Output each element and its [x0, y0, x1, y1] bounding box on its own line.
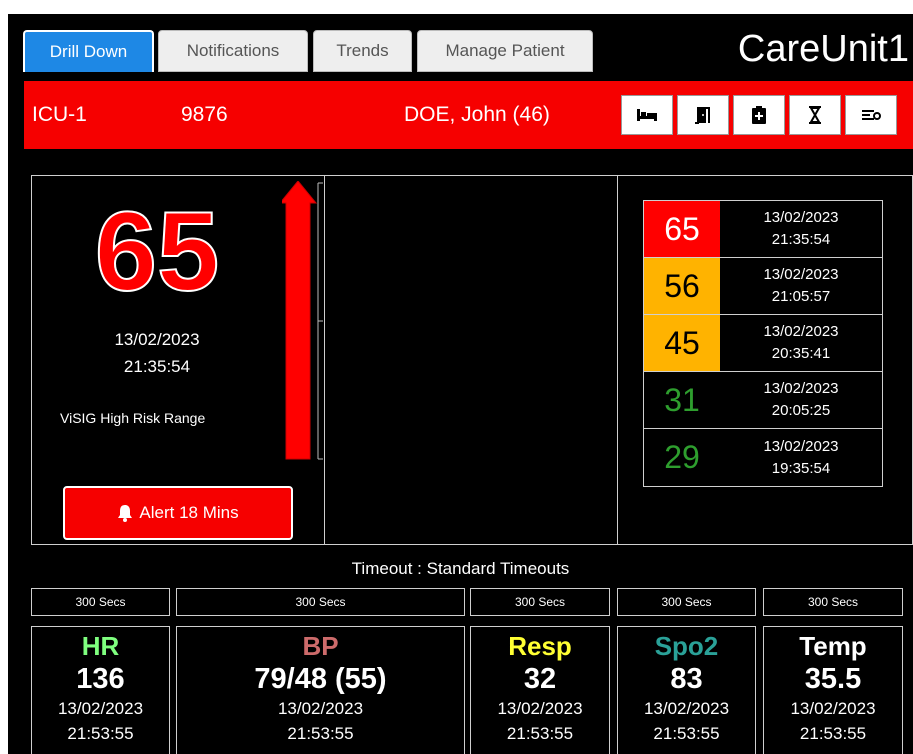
- risk-score-time: 21:35:54: [123, 357, 191, 377]
- history-date: 13/02/2023: [763, 323, 839, 341]
- history-timestamp: 13/02/2023 20:05:25: [720, 372, 882, 428]
- timeout-resp: 300 Secs: [470, 588, 610, 616]
- timeout-temp: 300 Secs: [763, 588, 903, 616]
- app-title: CareUnit1: [737, 28, 909, 70]
- vital-label: HR: [81, 631, 120, 661]
- vital-time: 21:53:55: [653, 723, 720, 743]
- bell-icon: [118, 505, 133, 522]
- care-unit-screen: Drill Down Notifications Trends Manage P…: [8, 14, 913, 754]
- arrow-body: [282, 181, 318, 460]
- risk-score-date: 13/02/2023: [114, 330, 200, 349]
- timer-button[interactable]: [789, 95, 841, 135]
- history-time: 20:05:25: [771, 402, 831, 419]
- history-timestamp: 13/02/2023 19:35:54: [720, 429, 882, 486]
- history-timestamp: 13/02/2023 21:05:57: [720, 258, 882, 314]
- history-date: 13/02/2023: [763, 437, 839, 455]
- vital-temp[interactable]: Temp 35.5 13/02/2023 21:53:55: [763, 626, 903, 754]
- vital-date: 13/02/2023: [497, 698, 583, 718]
- vital-time: 21:53:55: [287, 723, 354, 743]
- bed-icon: [637, 109, 657, 121]
- timeout-spo2: 300 Secs: [617, 588, 756, 616]
- clipboard-button[interactable]: [733, 95, 785, 135]
- tab-notifications[interactable]: Notifications: [158, 30, 308, 72]
- history-score: 56: [644, 258, 720, 314]
- timeout-title: Timeout : Standard Timeouts: [351, 559, 570, 578]
- history-time: 21:05:57: [771, 288, 831, 305]
- transfer-button[interactable]: [845, 95, 897, 135]
- vital-date: 13/02/2023: [57, 698, 144, 718]
- history-date: 13/02/2023: [763, 380, 839, 398]
- history-date: 13/02/2023: [763, 209, 839, 227]
- door-exit-icon: [695, 107, 710, 124]
- timeout-bp: 300 Secs: [176, 588, 465, 616]
- patient-bar: ICU-1 9876 DOE, John (46): [24, 81, 913, 149]
- hourglass-icon: [809, 106, 821, 124]
- discharge-button[interactable]: [677, 95, 729, 135]
- range-label: ViSIG High Risk Range: [60, 410, 206, 426]
- risk-score-value: 65: [94, 189, 221, 314]
- vital-time: 21:53:55: [799, 723, 867, 743]
- history-time: 20:35:41: [771, 345, 831, 362]
- risk-level-arrow: [282, 181, 323, 460]
- tab-drill-down[interactable]: Drill Down: [23, 30, 154, 72]
- vital-label: Spo2: [654, 631, 719, 661]
- history-row[interactable]: 65 13/02/2023 21:35:54: [644, 201, 882, 258]
- clipboard-icon: [752, 106, 766, 124]
- vital-value: 136: [76, 663, 125, 696]
- bed-button[interactable]: [621, 95, 673, 135]
- vital-date: 13/02/2023: [277, 698, 364, 718]
- vital-value: 83: [670, 663, 703, 696]
- vital-resp[interactable]: Resp 32 13/02/2023 21:53:55: [470, 626, 610, 754]
- history-score: 65: [644, 201, 720, 257]
- vital-label: BP: [302, 631, 339, 661]
- score-history-table: 65 13/02/2023 21:35:54 56 13/02/2023 21:05…: [643, 200, 883, 487]
- patient-unit: ICU-1: [32, 103, 87, 126]
- vital-date: 13/02/2023: [790, 698, 876, 718]
- alert-button[interactable]: Alert 18 Mins: [63, 486, 293, 540]
- history-row[interactable]: 56 13/02/2023 21:05:57: [644, 258, 882, 315]
- tab-manage-patient[interactable]: Manage Patient: [417, 30, 593, 72]
- vital-value: 32: [523, 663, 557, 696]
- patient-name: DOE, John (46): [404, 103, 550, 126]
- vital-hr[interactable]: HR 136 13/02/2023 21:53:55: [31, 626, 170, 754]
- vital-spo2[interactable]: Spo2 83 13/02/2023 21:53:55: [617, 626, 756, 754]
- history-score: 45: [644, 315, 720, 371]
- history-row[interactable]: 29 13/02/2023 19:35:54: [644, 429, 882, 486]
- history-time: 21:35:54: [771, 231, 831, 248]
- history-timestamp: 13/02/2023 20:35:41: [720, 315, 882, 371]
- history-row[interactable]: 31 13/02/2023 20:05:25: [644, 372, 882, 429]
- vital-time: 21:53:55: [506, 723, 574, 743]
- vital-time: 21:53:55: [67, 723, 134, 743]
- history-score: 31: [644, 372, 720, 428]
- risk-score-timestamp: 13/02/2023 21:35:54: [72, 326, 242, 380]
- vital-label: Temp: [799, 631, 867, 661]
- vital-label: Resp: [508, 631, 572, 661]
- history-timestamp: 13/02/2023 21:35:54: [720, 201, 882, 257]
- history-time: 19:35:54: [771, 459, 831, 477]
- history-row[interactable]: 45 13/02/2023 20:35:41: [644, 315, 882, 372]
- vital-bp[interactable]: BP 79/48 (55) 13/02/2023 21:53:55: [176, 626, 465, 754]
- vital-value: 79/48 (55): [254, 663, 387, 696]
- transfer-icon: [862, 110, 881, 120]
- timeout-hr: 300 Secs: [31, 588, 170, 616]
- history-date: 13/02/2023: [763, 266, 839, 284]
- vital-value: 35.5: [804, 663, 862, 696]
- patient-id: 9876: [181, 103, 228, 126]
- alert-label: Alert 18 Mins: [139, 503, 239, 522]
- tab-trends[interactable]: Trends: [313, 30, 412, 72]
- chart-panel: [324, 175, 618, 545]
- vital-date: 13/02/2023: [643, 698, 730, 718]
- score-panel: 65 13/02/2023 21:35:54 ViSIG High Risk R…: [31, 175, 325, 545]
- history-score: 29: [644, 429, 720, 486]
